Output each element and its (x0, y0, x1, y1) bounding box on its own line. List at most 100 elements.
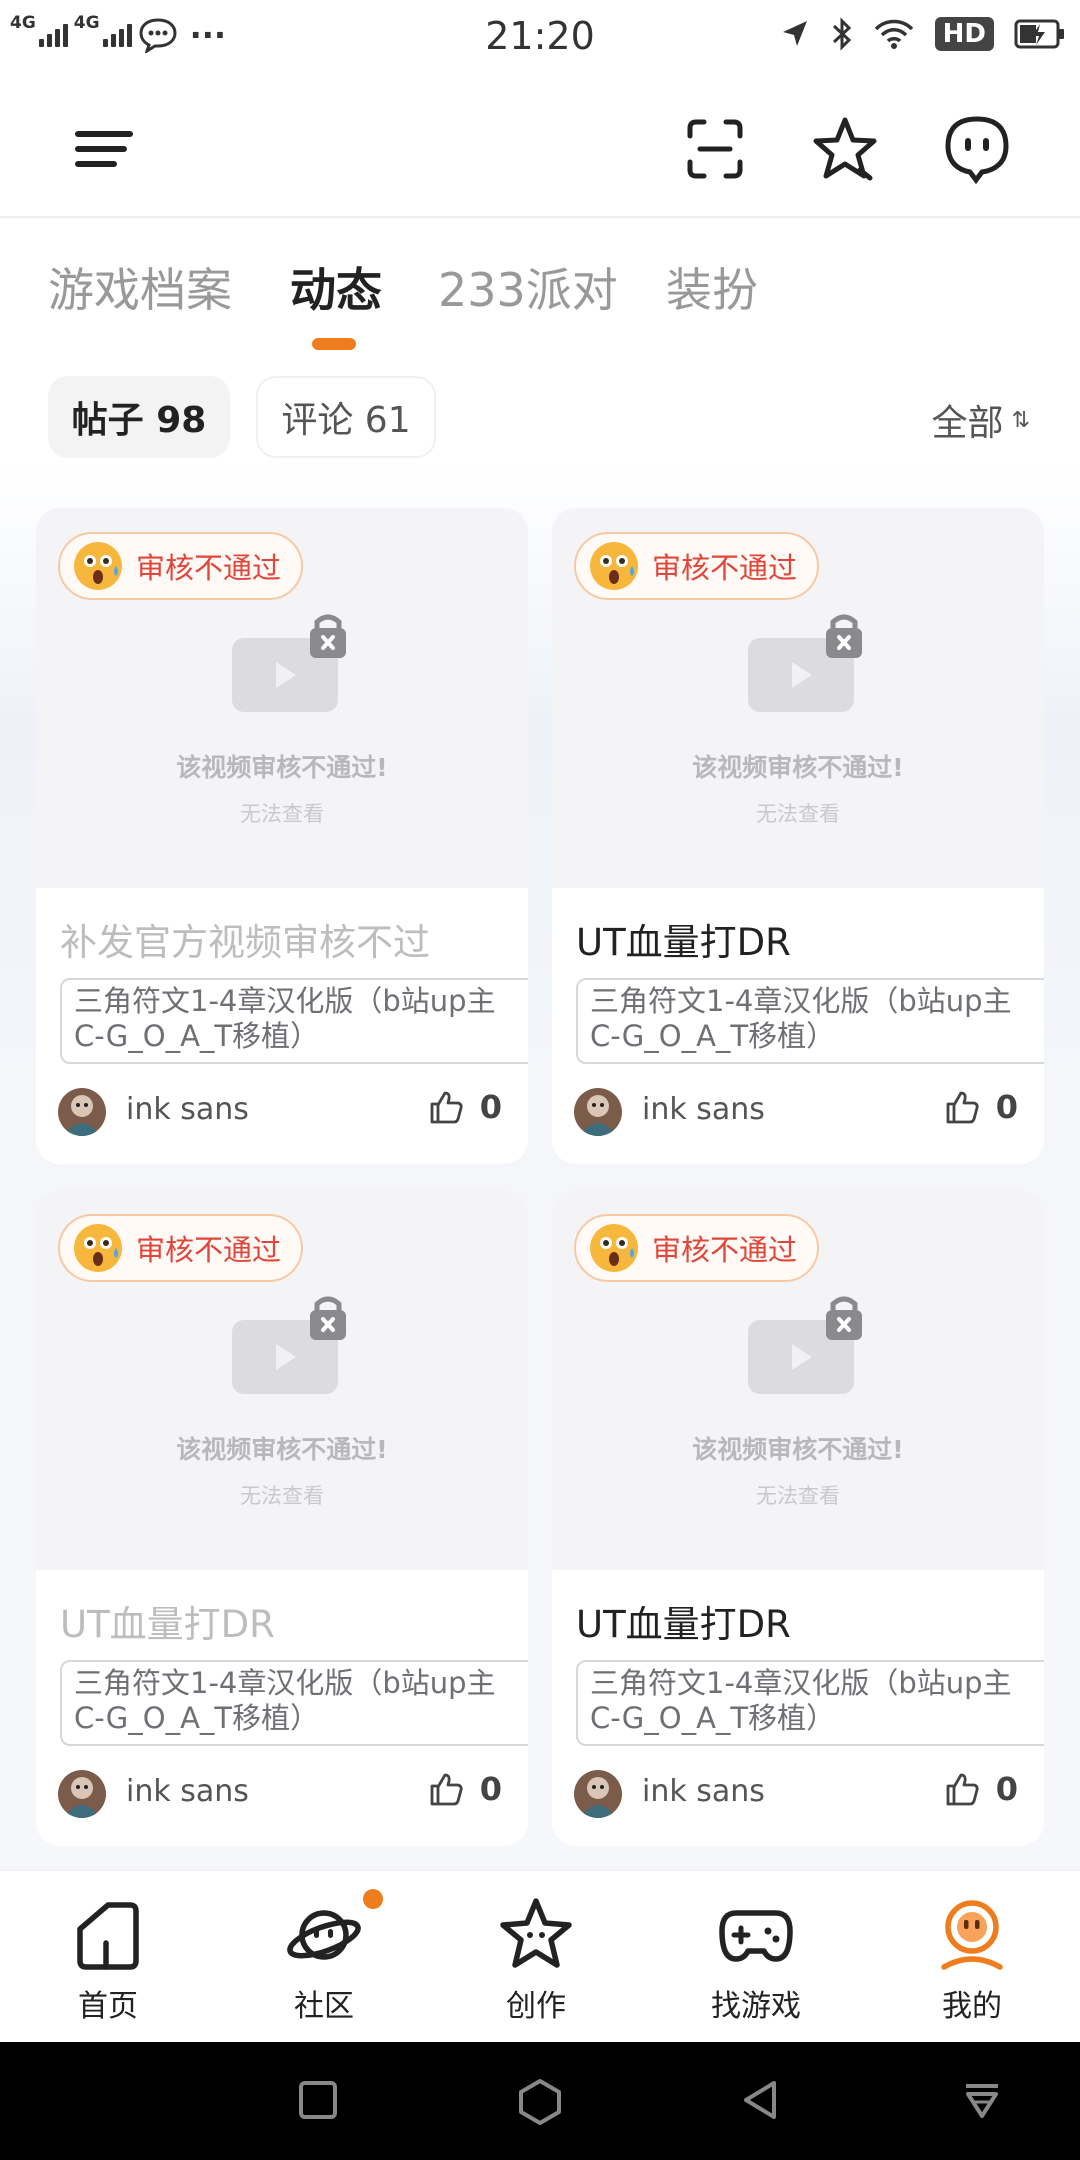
post-card[interactable]: 审核不通过 该视频审核不通过! 无法查看 UT血量打DR 三角符文1-4章汉化版… (552, 1190, 1044, 1846)
bluetooth-icon (832, 17, 851, 51)
star-sparkle-icon[interactable] (810, 114, 880, 184)
like-button[interactable]: 0 (428, 1088, 502, 1126)
locked-video-icon (232, 614, 346, 712)
home-icon (77, 1902, 139, 1970)
post-title[interactable]: 补发官方视频审核不过 (60, 912, 430, 966)
notification-dot (363, 1889, 383, 1909)
thumbs-up-icon (430, 1091, 463, 1124)
notification-shade-icon[interactable] (960, 2078, 1004, 2122)
like-count: 0 (479, 1088, 502, 1126)
avatar[interactable] (58, 1770, 106, 1818)
game-tag[interactable]: 三角符文1-4章汉化版（b站up主C-G_O_A_T移植） (60, 978, 528, 1064)
review-rejected-badge: 审核不通过 (58, 532, 304, 600)
sort-label: 全部 (931, 403, 1004, 444)
nav-community[interactable]: 社区 (244, 1895, 404, 2025)
star-create-icon (500, 1898, 572, 1968)
nav-profile[interactable]: 我的 (892, 1895, 1052, 2025)
review-rejected-badge: 审核不通过 (574, 1214, 820, 1282)
like-count: 0 (479, 1770, 502, 1808)
planet-icon (287, 1910, 361, 1960)
author-name[interactable]: ink sans (642, 1092, 765, 1127)
author-name[interactable]: ink sans (126, 1774, 249, 1809)
game-tag[interactable]: 三角符文1-4章汉化版（b站up主C-G_O_A_T移植） (576, 1660, 1044, 1746)
nav-create[interactable]: 创作 (456, 1895, 616, 2025)
post-title[interactable]: UT血量打DR (576, 912, 791, 966)
top-app-bar (0, 76, 1080, 218)
badge-text: 审核不通过 (136, 1233, 282, 1267)
video-thumbnail[interactable]: 审核不通过 该视频审核不通过! 无法查看 (552, 508, 1044, 888)
thumbs-up-icon (430, 1773, 463, 1806)
chat-icon[interactable] (942, 114, 1012, 184)
status-bar: 4G 4G ··· 21:20 HD (0, 0, 1080, 76)
scan-icon[interactable] (680, 114, 750, 184)
review-rejected-badge: 审核不通过 (574, 532, 820, 600)
post-card[interactable]: 审核不通过 该视频审核不通过! 无法查看 UT血量打DR 三角符文1-4章汉化版… (552, 508, 1044, 1164)
locked-video-icon (232, 1296, 346, 1394)
wifi-icon (874, 19, 913, 49)
filter-comments[interactable]: 评论 61 (256, 376, 436, 458)
post-title[interactable]: UT血量打DR (576, 1594, 791, 1648)
battery-icon (1014, 19, 1064, 49)
video-thumbnail[interactable]: 审核不通过 该视频审核不通过! 无法查看 (552, 1190, 1044, 1570)
active-tab-indicator (312, 338, 356, 350)
video-thumbnail[interactable]: 审核不通过 该视频审核不通过! 无法查看 (36, 1190, 528, 1570)
game-tag[interactable]: 三角符文1-4章汉化版（b站up主C-G_O_A_T移植） (60, 1660, 528, 1746)
tab-activity[interactable]: 动态 (290, 254, 382, 320)
post-title[interactable]: UT血量打DR (60, 1594, 275, 1648)
cannot-view-message: 无法查看 (240, 802, 324, 826)
location-icon (782, 21, 807, 46)
profile-icon (941, 1900, 1003, 1970)
nav-label: 找游戏 (711, 1989, 801, 2024)
nav-label: 社区 (294, 1989, 354, 2024)
cannot-view-message: 无法查看 (756, 802, 840, 826)
shocked-face-icon (74, 542, 122, 590)
like-button[interactable]: 0 (428, 1770, 502, 1808)
recents-icon[interactable] (296, 2078, 340, 2122)
video-rejected-message: 该视频审核不通过! (176, 753, 388, 782)
bottom-nav: 首页 社区 创作 找游戏 我的 (0, 1870, 1080, 2042)
avatar[interactable] (574, 1770, 622, 1818)
video-thumbnail[interactable]: 审核不通过 该视频审核不通过! 无法查看 (36, 508, 528, 888)
back-icon[interactable] (738, 2078, 782, 2122)
gamepad-icon (719, 1910, 793, 1962)
post-card[interactable]: 审核不通过 该视频审核不通过! 无法查看 UT血量打DR 三角符文1-4章汉化版… (36, 1190, 528, 1846)
tab-game-archive[interactable]: 游戏档案 (48, 254, 232, 320)
badge-text: 审核不通过 (136, 551, 282, 585)
video-rejected-message: 该视频审核不通过! (176, 1435, 388, 1464)
avatar[interactable] (574, 1088, 622, 1136)
nav-label: 我的 (942, 1989, 1002, 2024)
game-tag[interactable]: 三角符文1-4章汉化版（b站up主C-G_O_A_T移植） (576, 978, 1044, 1064)
shocked-face-icon (590, 542, 638, 590)
locked-video-icon (748, 614, 862, 712)
video-rejected-message: 该视频审核不通过! (692, 1435, 904, 1464)
like-count: 0 (995, 1770, 1018, 1808)
review-rejected-badge: 审核不通过 (58, 1214, 304, 1282)
screen: 4G 4G ··· 21:20 HD 游戏档案 动态 233派对 装扮 帖子 9… (0, 0, 1080, 2160)
filter-posts[interactable]: 帖子 98 (48, 376, 230, 458)
home-system-icon[interactable] (516, 2078, 564, 2126)
nav-find-games[interactable]: 找游戏 (676, 1895, 836, 2025)
thumbs-up-icon (946, 1773, 979, 1806)
thumbs-up-icon (946, 1091, 979, 1124)
menu-icon[interactable] (70, 114, 140, 184)
video-rejected-message: 该视频审核不通过! (692, 753, 904, 782)
author-name[interactable]: ink sans (642, 1774, 765, 1809)
locked-video-icon (748, 1296, 862, 1394)
author-name[interactable]: ink sans (126, 1092, 249, 1127)
cannot-view-message: 无法查看 (756, 1484, 840, 1508)
tab-dress-up[interactable]: 装扮 (666, 254, 758, 320)
hd-badge: HD (934, 17, 994, 51)
shocked-face-icon (74, 1224, 122, 1272)
badge-text: 审核不通过 (652, 1233, 798, 1267)
nav-home[interactable]: 首页 (28, 1895, 188, 2025)
like-count: 0 (995, 1088, 1018, 1126)
system-nav-bar (0, 2042, 1080, 2160)
post-card[interactable]: 审核不通过 该视频审核不通过! 无法查看 补发官方视频审核不过 三角符文1-4章… (36, 508, 528, 1164)
cannot-view-message: 无法查看 (240, 1484, 324, 1508)
sort-icon: ⇅ (1011, 407, 1030, 433)
avatar[interactable] (58, 1088, 106, 1136)
like-button[interactable]: 0 (944, 1770, 1018, 1808)
like-button[interactable]: 0 (944, 1088, 1018, 1126)
sort-dropdown[interactable]: 全部 ⇅ (932, 394, 1030, 446)
tab-233-party[interactable]: 233派对 (438, 254, 618, 320)
